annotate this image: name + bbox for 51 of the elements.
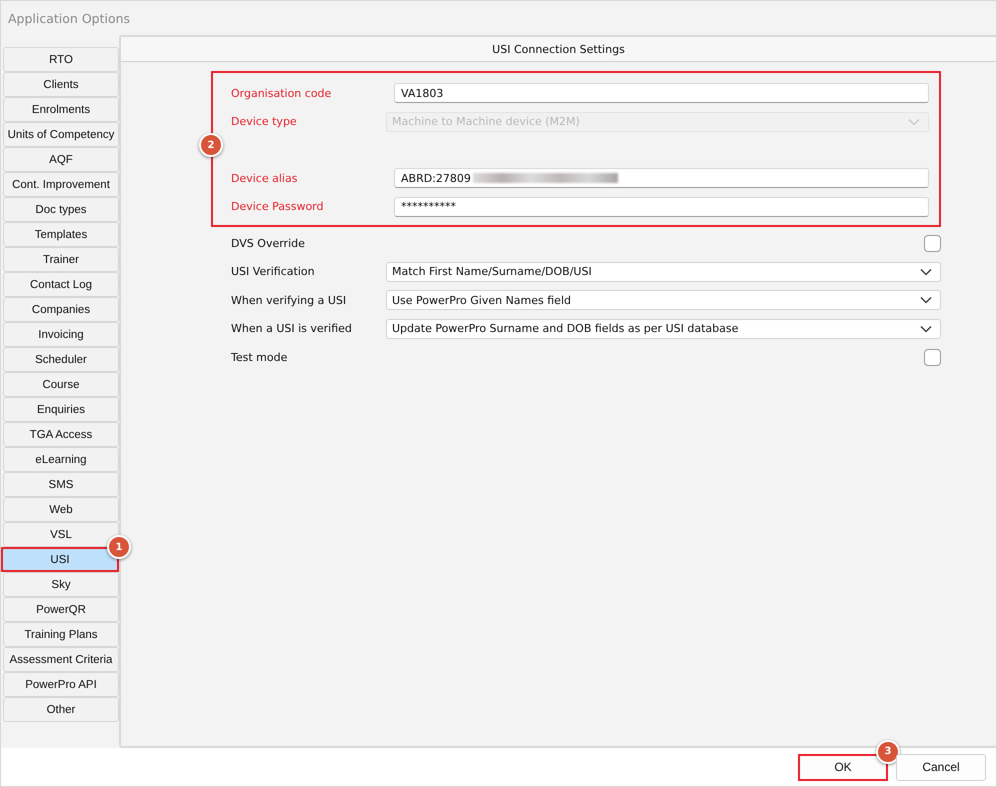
sidebar-tab[interactable]: PowerPro API bbox=[3, 672, 119, 697]
field-label: DVS Override bbox=[231, 236, 306, 250]
input-field[interactable]: ********** bbox=[394, 196, 929, 217]
field-label: When a USI is verified bbox=[231, 322, 353, 336]
checkbox[interactable] bbox=[924, 234, 941, 252]
sidebar-tab[interactable]: Course bbox=[3, 372, 119, 397]
field-label: When verifying a USI bbox=[231, 294, 348, 307]
sidebar-tab[interactable]: TGA Access bbox=[3, 422, 119, 447]
sidebar-tab[interactable]: PowerQR bbox=[3, 597, 119, 622]
chevron-icon bbox=[920, 324, 932, 333]
dialog-button[interactable]: OK bbox=[798, 754, 888, 780]
callout-badge: 2 bbox=[199, 133, 223, 157]
sidebar-tab[interactable]: Sky bbox=[3, 572, 119, 597]
sidebar-tab[interactable]: Units of Competency bbox=[3, 122, 119, 147]
sidebar-tab[interactable]: Contact Log bbox=[3, 272, 119, 297]
sidebar-tab[interactable]: Invoicing bbox=[3, 322, 119, 347]
input-field[interactable]: VA1803 bbox=[394, 83, 929, 104]
sidebar-tab[interactable]: Trainer bbox=[3, 247, 119, 272]
sidebar-tab[interactable]: Enrolments bbox=[3, 97, 119, 122]
sidebar-tab[interactable]: RTO bbox=[3, 47, 119, 72]
sidebar-tab[interactable]: Cont. Improvement bbox=[3, 172, 119, 197]
chevron-icon bbox=[920, 296, 932, 304]
checkbox[interactable] bbox=[924, 348, 941, 366]
sidebar-tab[interactable]: Doc types bbox=[3, 197, 119, 222]
field-label: Organisation code bbox=[231, 86, 332, 100]
input-field[interactable]: ABRD:27809 bbox=[394, 168, 929, 188]
chevron-icon bbox=[908, 118, 920, 126]
field-label: USI Verification bbox=[231, 265, 316, 278]
dropdown[interactable]: Update PowerPro Surname and DOB fields as per USI database bbox=[386, 318, 941, 339]
sidebar-tab[interactable]: Training Plans bbox=[3, 622, 119, 647]
sidebar-tab[interactable]: Assessment Criteria bbox=[3, 647, 119, 672]
field-label: Device type bbox=[231, 115, 298, 128]
sidebar-tab[interactable]: Scheduler bbox=[3, 347, 119, 372]
sidebar-tab[interactable]: eLearning bbox=[3, 447, 119, 472]
chevron-icon bbox=[920, 268, 932, 276]
dialog-button[interactable]: Cancel bbox=[896, 754, 986, 780]
dropdown[interactable]: Use PowerPro Given Names field bbox=[386, 290, 941, 310]
sidebar-tab[interactable]: AQF bbox=[3, 147, 119, 172]
field-label: Device alias bbox=[231, 172, 298, 185]
sidebar-tab[interactable]: Templates bbox=[3, 222, 119, 247]
sidebar-tab[interactable]: Companies bbox=[3, 297, 119, 322]
sidebar-tab[interactable]: Other bbox=[3, 697, 119, 722]
sidebar-tab[interactable]: SMS bbox=[3, 472, 119, 497]
sidebar-tab[interactable]: Web bbox=[3, 497, 119, 522]
dropdown[interactable]: Match First Name/Surname/DOB/USI bbox=[386, 262, 941, 282]
field-label: Device Password bbox=[231, 200, 324, 214]
window-title: Application Options bbox=[8, 10, 130, 26]
sidebar-tab[interactable]: Clients bbox=[3, 72, 119, 97]
panel-title: USI Connection Settings bbox=[492, 42, 625, 56]
field-label: Test mode bbox=[231, 350, 288, 364]
sidebar-tab[interactable]: Enquiries bbox=[3, 397, 119, 422]
